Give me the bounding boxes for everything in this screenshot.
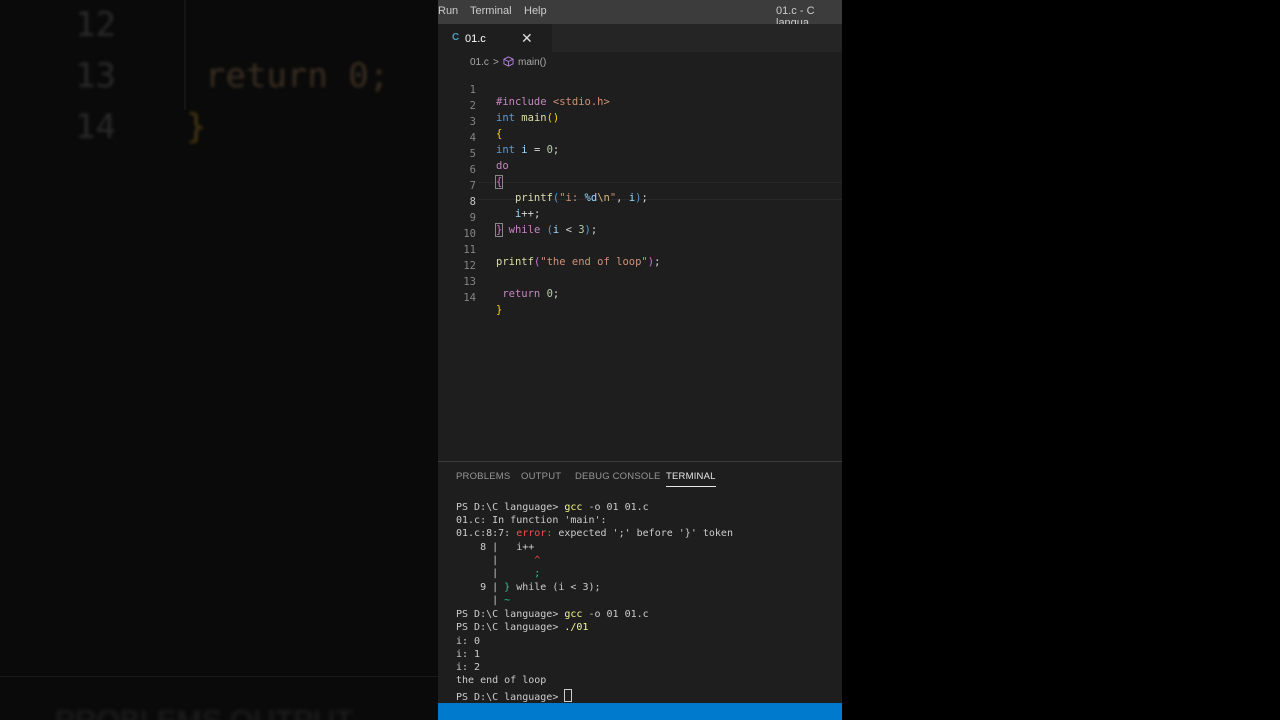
terminal-line: the end of loop bbox=[456, 675, 547, 686]
c-file-icon: C bbox=[452, 32, 460, 43]
background-code: } bbox=[186, 107, 207, 147]
tab-debug-console[interactable]: DEBUG CONSOLE bbox=[575, 471, 660, 482]
terminal-line: PS D:\C language> bbox=[456, 689, 842, 703]
terminal-cursor bbox=[564, 689, 573, 702]
menu-terminal[interactable]: Terminal bbox=[470, 5, 512, 17]
background-blurred-editor: 12 13 return 0; 14 } PROBLEMS OUTPUT bbox=[0, 0, 438, 720]
terminal-line: i: 2 bbox=[456, 662, 481, 673]
terminal-line: PS D:\C language> gcc -o 01 01.c bbox=[456, 502, 649, 513]
background-line-number: 13 bbox=[75, 56, 116, 96]
code-editor[interactable]: 1 #include <stdio.h> 2 int main() 3 { 4 … bbox=[438, 71, 842, 461]
terminal-line: 01.c:8:7: error: expected ';' before '}'… bbox=[456, 528, 733, 539]
terminal-line: | ^ bbox=[456, 555, 541, 566]
code-line: 1 #include <stdio.h> bbox=[438, 72, 842, 108]
terminal-line: 01.c: In function 'main': bbox=[456, 515, 607, 526]
code-line: 7 printf("i: %d\n", i); bbox=[438, 168, 842, 204]
background-line-number: 14 bbox=[75, 107, 116, 147]
tab-output[interactable]: OUTPUT bbox=[521, 471, 561, 482]
close-icon[interactable]: ✕ bbox=[521, 30, 533, 47]
menu-help[interactable]: Help bbox=[524, 5, 547, 17]
terminal-line: PS D:\C language> ./01 bbox=[456, 622, 589, 633]
terminal-line: 8 | i++ bbox=[456, 542, 535, 553]
cube-icon bbox=[503, 56, 514, 70]
status-bar bbox=[438, 703, 842, 720]
code-line: 5 do bbox=[438, 136, 842, 172]
terminal-line: PS D:\C language> gcc -o 01 01.c bbox=[456, 609, 649, 620]
breadcrumb-symbol[interactable]: main() bbox=[518, 57, 546, 68]
code-line: 14 } bbox=[438, 280, 842, 316]
background-line-number: 12 bbox=[75, 5, 116, 45]
menu-bar: Run Terminal Help 01.c - C langua bbox=[438, 0, 842, 29]
background-panel-tabs: PROBLEMS OUTPUT bbox=[55, 705, 353, 720]
code-line: 3 { bbox=[438, 104, 842, 140]
code-line: 6 { bbox=[438, 152, 842, 189]
breadcrumb: 01.c > main() bbox=[438, 53, 842, 71]
breadcrumb-file[interactable]: 01.c bbox=[470, 57, 489, 68]
terminal-line: i: 0 bbox=[456, 636, 481, 647]
background-divider bbox=[0, 676, 438, 677]
background-indent-guide bbox=[184, 0, 186, 110]
line-number: 14 bbox=[463, 292, 476, 304]
code-line: 2 int main() bbox=[438, 88, 842, 124]
terminal-line: | ; bbox=[456, 568, 541, 579]
chevron-right-icon: > bbox=[493, 57, 499, 68]
background-code: return 0; bbox=[205, 56, 390, 96]
vscode-window: Run Terminal Help 01.c - C langua C 01.c… bbox=[438, 0, 842, 720]
background-right bbox=[842, 0, 1280, 720]
editor-tabs: C 01.c ✕ bbox=[438, 24, 842, 52]
bottom-panel: PROBLEMS OUTPUT DEBUG CONSOLE TERMINAL P… bbox=[438, 461, 842, 704]
code-line: 11 printf("the end of loop"); bbox=[438, 232, 842, 268]
tab-label: 01.c bbox=[465, 33, 486, 45]
code-line: 8 i++; bbox=[438, 184, 842, 220]
code-line: 10 bbox=[438, 216, 842, 240]
code-line: 12 bbox=[438, 248, 842, 272]
code-line: 9 } while (i < 3); bbox=[438, 200, 842, 237]
terminal-line: 9 | } while (i < 3); bbox=[456, 582, 601, 593]
terminal-line: | ~ bbox=[456, 595, 511, 606]
code-line: 13 return 0; bbox=[438, 264, 842, 300]
tab-problems[interactable]: PROBLEMS bbox=[456, 471, 510, 482]
tab-terminal[interactable]: TERMINAL bbox=[666, 471, 716, 487]
tab-01-c[interactable]: C 01.c ✕ bbox=[438, 24, 552, 52]
menu-run[interactable]: Run bbox=[438, 5, 458, 17]
terminal-line: i: 1 bbox=[456, 649, 481, 660]
code-line: 4 int i = 0; bbox=[438, 120, 842, 156]
